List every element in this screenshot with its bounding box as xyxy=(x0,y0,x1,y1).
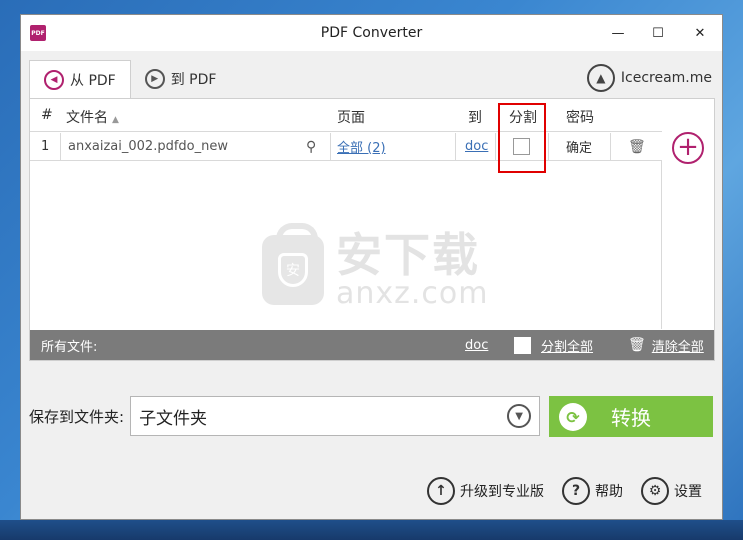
minimize-button[interactable]: — xyxy=(598,15,638,51)
settings-label: 设置 xyxy=(674,484,702,500)
gear-icon: ⚙ xyxy=(641,477,669,505)
app-pdf-icon: PDF xyxy=(30,25,46,41)
minimize-icon: — xyxy=(611,25,625,41)
app-window: PDF PDF Converter — ☐ ✕ ◀ 从 PDF ▶ 到 PDF … xyxy=(20,14,723,520)
preview-search-icon[interactable]: ⚲ xyxy=(306,133,316,160)
window-title: PDF Converter xyxy=(320,25,423,41)
split-all-toggle[interactable]: 分割全部 xyxy=(514,330,593,360)
upgrade-button[interactable]: ↑ 升级到专业版 xyxy=(427,477,544,505)
close-button[interactable]: ✕ xyxy=(678,15,722,51)
close-icon: ✕ xyxy=(694,25,706,41)
settings-button[interactable]: ⚙ 设置 xyxy=(641,477,702,505)
from-pdf-icon: ◀ xyxy=(44,70,64,90)
clear-all-label[interactable]: 清除全部 xyxy=(652,336,704,355)
refresh-icon: ⟳ xyxy=(559,403,587,431)
col-divider xyxy=(495,133,496,161)
maximize-button[interactable]: ☐ xyxy=(638,15,678,51)
row-filename: anxaizai_002.pdfdo_new xyxy=(68,139,228,154)
watermark-bag-icon: 安 xyxy=(262,223,324,305)
col-divider xyxy=(548,133,549,161)
add-file-plus-icon[interactable]: + xyxy=(672,132,704,164)
save-folder-select[interactable]: 子文件夹 ▼ xyxy=(130,396,541,436)
table-row: 1 anxaizai_002.pdfdo_new ⚲ 全部 (2) doc 确定… xyxy=(30,133,662,161)
split-all-label[interactable]: 分割全部 xyxy=(541,336,593,355)
watermark-text: 安下载 anxz.com xyxy=(336,231,489,309)
watermark: 安 安下载 anxz.com xyxy=(262,223,489,309)
sort-asc-icon: ▲ xyxy=(112,115,119,125)
row-format-link[interactable]: doc xyxy=(465,133,488,160)
header-filename[interactable]: 文件名 ▲ xyxy=(66,107,119,127)
header-to: 到 xyxy=(468,110,482,126)
title-bar: PDF PDF Converter — ☐ ✕ xyxy=(21,15,722,51)
col-divider xyxy=(610,133,611,161)
header-password: 密码 xyxy=(566,110,594,126)
brand-link[interactable]: ▲ Icecream.me xyxy=(586,64,712,92)
save-folder-label: 保存到文件夹: xyxy=(29,407,125,426)
help-label: 帮助 xyxy=(595,484,623,500)
all-files-bar: 所有文件: doc 分割全部 🗑 清除全部 xyxy=(30,330,714,360)
clear-all-button[interactable]: 🗑 清除全部 xyxy=(628,330,704,360)
bottom-actions: ↑ 升级到专业版 ? 帮助 ⚙ 设置 xyxy=(427,477,702,505)
icecream-logo-icon: ▲ xyxy=(586,64,615,92)
header-pages: 页面 xyxy=(337,110,365,126)
tab-to-pdf-label: 到 PDF xyxy=(170,72,217,88)
tab-from-pdf-label: 从 PDF xyxy=(70,73,116,89)
question-icon: ? xyxy=(562,477,590,505)
watermark-en: anxz.com xyxy=(336,276,489,311)
save-folder-value: 子文件夹 xyxy=(139,408,208,429)
all-files-label: 所有文件: xyxy=(41,339,98,355)
window-controls: — ☐ ✕ xyxy=(598,15,722,51)
col-divider xyxy=(330,133,331,161)
desktop-taskbar-strip xyxy=(0,520,743,540)
clear-all-trash-icon: 🗑 xyxy=(628,337,646,353)
row-pages-link[interactable]: 全部 (2) xyxy=(337,133,386,160)
col-divider xyxy=(455,133,456,161)
save-folder-row: 保存到文件夹: 子文件夹 ▼ xyxy=(29,396,541,436)
header-filename-label: 文件名 xyxy=(66,110,108,126)
all-format-link[interactable]: doc xyxy=(465,330,488,360)
arrow-up-icon: ↑ xyxy=(427,477,455,505)
maximize-icon: ☐ xyxy=(652,25,664,41)
brand-name: Icecream.me xyxy=(620,70,712,86)
split-all-checkbox[interactable] xyxy=(514,336,531,354)
watermark-shield-icon: 安 xyxy=(278,253,308,287)
header-num: # xyxy=(41,107,53,123)
row-password-button[interactable]: 确定 xyxy=(566,133,592,160)
col-divider xyxy=(60,133,61,161)
chevron-down-icon[interactable]: ▼ xyxy=(507,404,532,428)
file-list-panel: # 文件名 ▲ 页面 到 分割 密码 1 anxaizai_002.pdfdo_n… xyxy=(29,98,715,361)
upgrade-label: 升级到专业版 xyxy=(460,484,544,500)
tab-from-pdf[interactable]: ◀ 从 PDF xyxy=(29,60,131,99)
mode-tabs: ◀ 从 PDF ▶ 到 PDF xyxy=(29,60,230,99)
table-header: # 文件名 ▲ 页面 到 分割 密码 xyxy=(30,99,662,132)
convert-button[interactable]: ⟳ 转换 xyxy=(549,396,713,437)
watermark-cn: 安下载 xyxy=(336,228,480,282)
convert-label: 转换 xyxy=(611,406,651,430)
to-pdf-icon: ▶ xyxy=(144,69,165,89)
row-delete-trash-icon[interactable]: 🗑 xyxy=(628,133,646,160)
row-num: 1 xyxy=(41,139,50,154)
help-button[interactable]: ? 帮助 xyxy=(562,477,623,505)
tab-to-pdf[interactable]: ▶ 到 PDF xyxy=(131,60,231,98)
